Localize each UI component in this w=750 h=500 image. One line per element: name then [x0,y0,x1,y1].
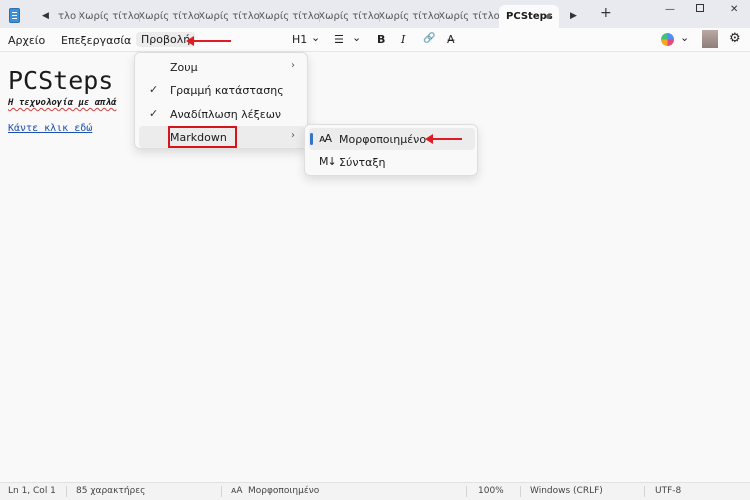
zoom-level[interactable]: 100% [478,486,504,496]
menu-edit[interactable]: Επεξεργασία [61,34,131,47]
annotation-arrow [186,36,231,46]
tab-scroll-left-button[interactable]: ◀ [42,9,49,23]
heading-dropdown[interactable]: H1 [292,33,307,46]
view-menu-dropdown: Ζουμ › ✓ Γραμμή κατάστασης ✓ Αναδίπλωση … [134,52,308,149]
divider [466,486,467,497]
minimize-button[interactable]: — [665,4,675,15]
tab-item[interactable]: Χωρίς τίτλο [78,5,140,28]
chevron-down-icon[interactable]: ⌄ [311,31,320,44]
copilot-icon[interactable] [661,33,674,46]
tab-item[interactable]: Χωρίς τίτλο [138,5,200,28]
encoding[interactable]: UTF-8 [655,486,681,496]
tab-item[interactable]: τλο [55,5,79,28]
document-link[interactable]: Κάντε κλικ εδώ [8,123,92,134]
divider [520,486,521,497]
formatted-text-icon: ᴀA [231,486,243,496]
italic-button[interactable]: I [401,33,405,46]
tab-item[interactable]: Χωρίς τίτλο [198,5,260,28]
menu-item-status-bar[interactable]: ✓ Γραμμή κατάστασης [139,79,305,101]
tab-item[interactable]: Χωρίς τίτλο [438,5,500,28]
tab-item[interactable]: Χωρίς τίτλο [318,5,380,28]
menu-item-markdown[interactable]: Markdown › [139,126,305,148]
status-bar: Ln 1, Col 1 85 χαρακτήρες ᴀA Μορφοποιημέ… [0,482,750,500]
divider [221,486,222,497]
chevron-down-icon[interactable]: ⌄ [680,31,689,44]
list-icon[interactable]: ☰ [334,33,344,46]
tab-item[interactable]: Χωρίς τίτλο [378,5,440,28]
unsaved-dot-icon[interactable] [546,14,551,19]
markdown-submenu: ᴀA Μορφοποιημένο M↓ Σύνταξη [304,124,478,176]
avatar[interactable] [702,30,718,48]
line-ending[interactable]: Windows (CRLF) [530,486,603,496]
new-tab-button[interactable]: + [600,6,612,20]
clear-formatting-icon[interactable]: A̶ [447,33,455,46]
menu-item-zoom[interactable]: Ζουμ › [139,56,305,78]
tab-strip: τλο Χωρίς τίτλο Χωρίς τίτλο Χωρίς τίτλο … [55,5,559,28]
document-subtitle: Η τεχνολογία με απλά [8,98,117,108]
cursor-position[interactable]: Ln 1, Col 1 [8,486,56,496]
settings-gear-icon[interactable]: ⚙ [729,31,741,46]
checkmark-icon: ✓ [149,83,159,96]
submenu-item-syntax[interactable]: M↓ Σύνταξη [309,151,475,173]
tab-item[interactable]: Χωρίς τίτλο [258,5,320,28]
formatted-text-icon: ᴀA [319,132,332,145]
notepad-app-icon [9,8,20,23]
markdown-syntax-icon: M↓ [319,155,337,168]
chevron-down-icon[interactable]: ⌄ [352,31,361,44]
link-icon[interactable]: 🔗 [423,33,435,44]
tab-active-pcsteps[interactable]: PCSteps [499,5,559,28]
divider [644,486,645,497]
annotation-arrow [425,134,462,144]
close-window-button[interactable]: ✕ [730,4,738,15]
markdown-mode-status[interactable]: Μορφοποιημένο [248,486,319,496]
bold-button[interactable]: B [377,33,385,46]
divider [66,486,67,497]
maximize-button[interactable] [696,4,704,12]
tab-scroll-right-button[interactable]: ▶ [570,9,577,23]
checkmark-icon: ✓ [149,107,159,120]
chevron-right-icon: › [291,130,295,141]
chevron-right-icon: › [291,60,295,71]
character-count: 85 χαρακτήρες [76,486,146,496]
selection-indicator [310,133,313,145]
document-heading: PCSteps [8,66,114,95]
menu-bar: Αρχείο Επεξεργασία Προβολή H1 ⌄ ☰ ⌄ B I … [0,28,750,52]
menu-item-word-wrap[interactable]: ✓ Αναδίπλωση λέξεων [139,103,305,125]
menu-file[interactable]: Αρχείο [8,34,45,47]
